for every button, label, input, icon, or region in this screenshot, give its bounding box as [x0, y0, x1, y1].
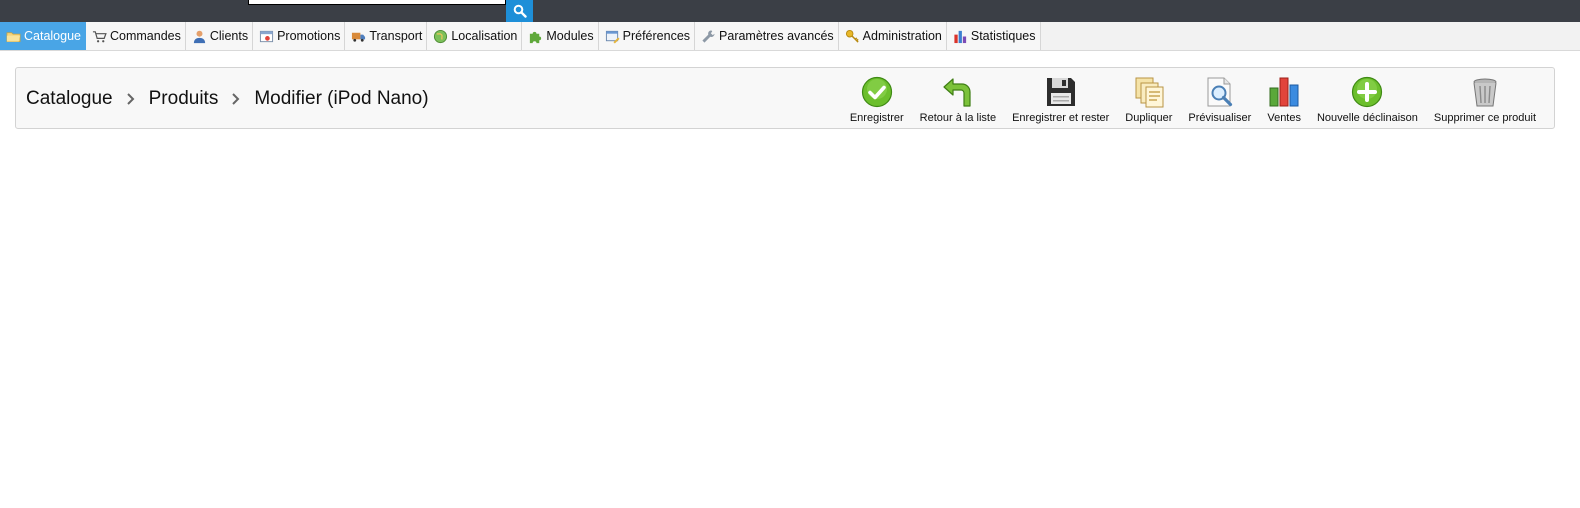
- tab-clients[interactable]: Clients: [185, 22, 254, 50]
- action-label: Enregistrer: [849, 112, 904, 124]
- tab-label: Administration: [862, 29, 942, 43]
- page-toolbar: Catalogue Produits Modifier (iPod Nano) …: [15, 67, 1555, 129]
- tab-commandes[interactable]: Commandes: [86, 22, 186, 50]
- action-label: Supprimer ce produit: [1433, 112, 1536, 124]
- action-label: Ventes: [1267, 112, 1301, 124]
- save-check-icon: [861, 76, 892, 108]
- action-label: Nouvelle déclinaison: [1316, 112, 1418, 124]
- save-button[interactable]: Enregistrer: [842, 76, 912, 124]
- sales-button[interactable]: Ventes: [1259, 76, 1309, 124]
- toolbar-actions: Enregistrer Retour à la liste Enregistre…: [842, 76, 1544, 124]
- promotion-icon: [260, 30, 274, 42]
- preview-magnifier-icon: [1207, 77, 1232, 107]
- preferences-icon: [605, 30, 620, 44]
- tab-label: Promotions: [277, 29, 341, 43]
- tab-localisation[interactable]: Localisation: [427, 22, 523, 50]
- tab-label: Catalogue: [24, 29, 81, 43]
- wrench-icon: [702, 29, 715, 43]
- action-label: Enregistrer et rester: [1012, 112, 1110, 124]
- user-icon: [193, 30, 205, 43]
- breadcrumb-separator: [113, 88, 149, 110]
- tab-label: Statistiques: [970, 29, 1036, 43]
- tab-administration[interactable]: Administration: [838, 22, 947, 50]
- sales-chart-icon: [1269, 77, 1299, 107]
- tab-modules[interactable]: Modules: [522, 22, 599, 50]
- chevron-right-icon: [126, 93, 135, 105]
- add-plus-icon: [1352, 76, 1383, 108]
- tab-label: Modules: [546, 29, 594, 43]
- breadcrumb-item-produits[interactable]: Produits: [149, 88, 219, 110]
- tab-transport[interactable]: Transport: [345, 22, 428, 50]
- breadcrumb-item-current: Modifier (iPod Nano): [254, 88, 429, 109]
- action-label: Dupliquer: [1125, 112, 1173, 124]
- tab-label: Clients: [209, 29, 249, 43]
- action-label: Prévisualiser: [1188, 112, 1252, 124]
- tab-parametres-avances[interactable]: Paramètres avancés: [695, 22, 839, 50]
- preview-button[interactable]: Prévisualiser: [1180, 76, 1259, 124]
- chart-icon: [954, 30, 966, 43]
- back-arrow-icon: [943, 78, 971, 107]
- tab-promotions[interactable]: Promotions: [253, 22, 346, 50]
- tab-label: Paramètres avancés: [719, 29, 834, 43]
- trash-icon: [1473, 78, 1497, 107]
- main-nav: Catalogue Commandes Clients Promotions T…: [0, 22, 1580, 51]
- breadcrumb: Catalogue Produits Modifier (iPod Nano): [26, 88, 429, 110]
- truck-icon: [352, 32, 366, 42]
- tab-catalogue[interactable]: Catalogue: [0, 22, 86, 50]
- tab-label: Préférences: [622, 29, 691, 43]
- key-icon: [845, 29, 859, 43]
- chevron-right-icon: [232, 93, 240, 105]
- delete-product-button[interactable]: Supprimer ce produit: [1426, 76, 1544, 124]
- puzzle-icon: [530, 31, 542, 43]
- save-and-stay-button[interactable]: Enregistrer et rester: [1004, 76, 1117, 124]
- back-to-list-button[interactable]: Retour à la liste: [912, 76, 1004, 124]
- breadcrumb-item-catalogue[interactable]: Catalogue: [26, 88, 113, 110]
- tab-statistiques[interactable]: Statistiques: [946, 22, 1041, 50]
- cart-icon: [92, 30, 107, 42]
- search-button[interactable]: [506, 0, 533, 22]
- breadcrumb-separator: [218, 88, 254, 110]
- folder-icon: [6, 31, 21, 42]
- tab-preferences[interactable]: Préférences: [598, 22, 696, 50]
- search-icon: [513, 4, 527, 18]
- search-input[interactable]: [248, 0, 506, 5]
- tab-label: Transport: [369, 29, 423, 43]
- tab-label: Localisation: [451, 29, 518, 43]
- duplicate-button[interactable]: Dupliquer: [1117, 76, 1180, 124]
- globe-icon: [434, 29, 448, 43]
- floppy-disk-icon: [1046, 78, 1075, 106]
- duplicate-icon: [1135, 77, 1164, 108]
- action-label: Retour à la liste: [919, 112, 997, 124]
- new-combination-button[interactable]: Nouvelle déclinaison: [1309, 76, 1426, 124]
- tab-label: Commandes: [110, 29, 181, 43]
- top-bar: [0, 0, 1580, 22]
